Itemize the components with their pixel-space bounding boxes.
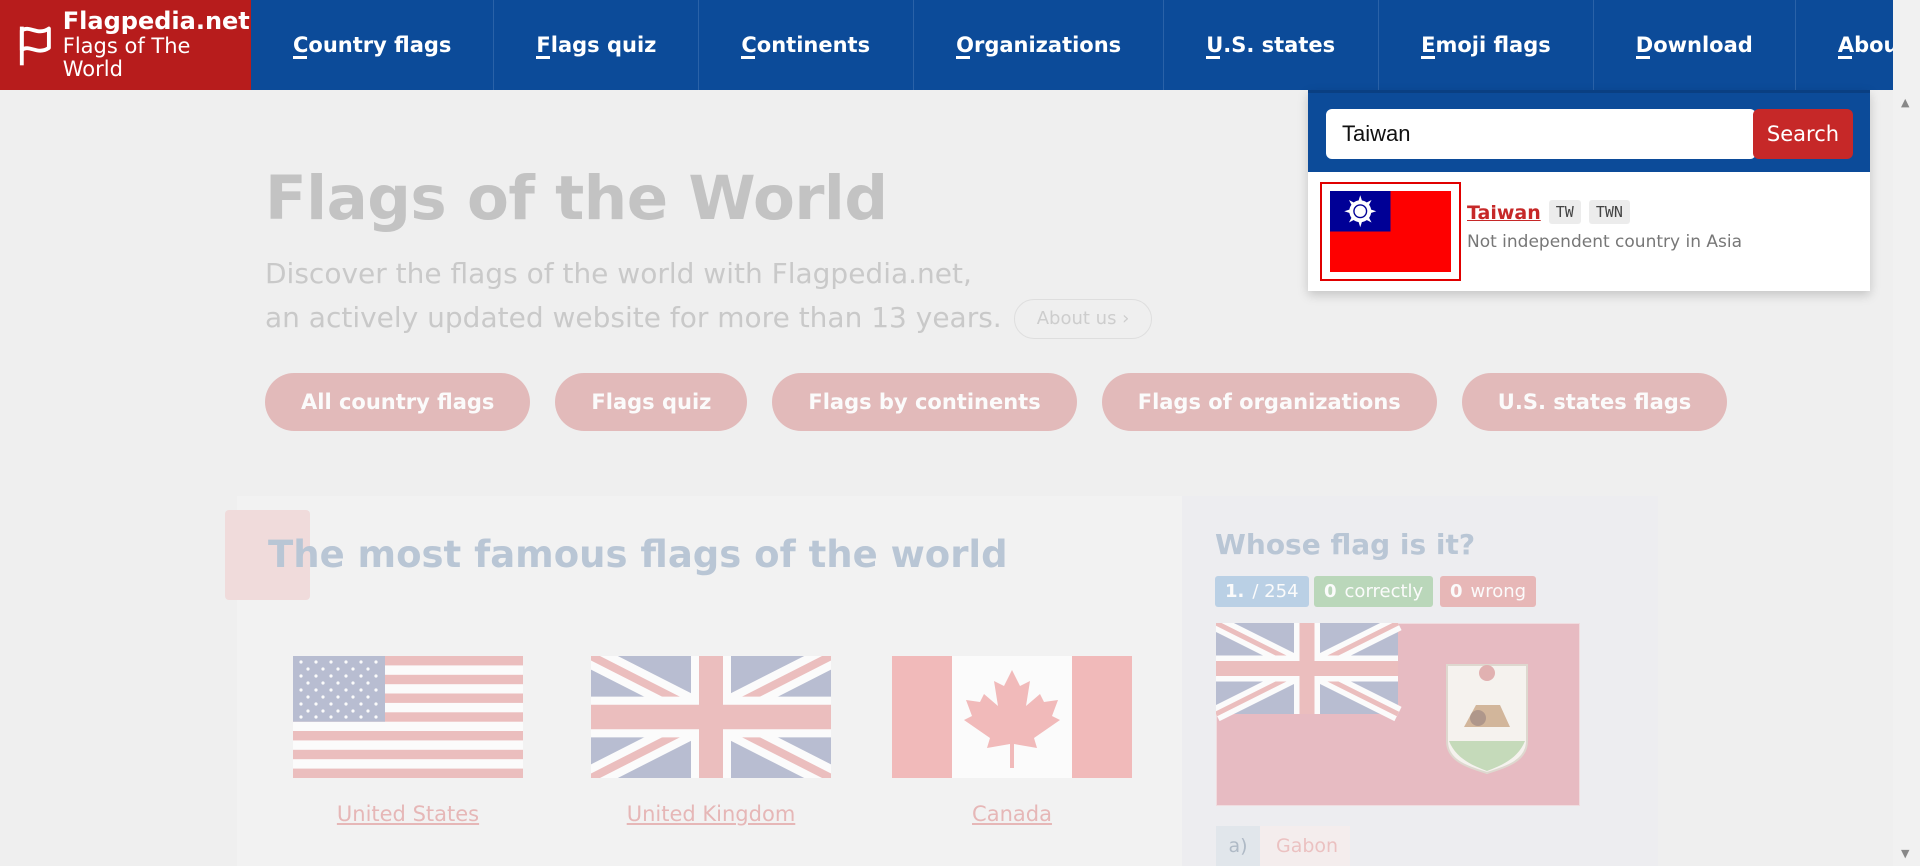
hero-subtitle-line-2: an actively updated website for more tha… (265, 301, 1002, 334)
flags-quiz-button[interactable]: Flags quiz (555, 373, 748, 431)
search-bar: Search (1308, 90, 1870, 172)
quiz-wrong-badge: 0 wrong (1440, 576, 1537, 607)
flag-card-us[interactable]: United States (293, 656, 523, 826)
search-result-description: Not independent country in Asia (1467, 232, 1742, 252)
quiz-question-total: / 254 (1252, 581, 1299, 602)
flag-logo-icon (19, 26, 51, 66)
nav-continents[interactable]: Continents (699, 0, 915, 90)
nav-download[interactable]: Download (1594, 0, 1796, 90)
about-us-button[interactable]: About us › (1013, 299, 1153, 339)
quiz-question-number: 1. (1225, 581, 1245, 602)
page-scrollbar[interactable]: ▲ ▼ (1893, 0, 1920, 866)
category-pills: All country flags Flags quiz Flags by co… (265, 373, 1752, 431)
flag-card-canada[interactable]: Canada (892, 656, 1132, 826)
nav-country-flags[interactable]: Country flags (251, 0, 495, 90)
quiz-progress-badge: 1. / 254 (1215, 576, 1309, 607)
us-flag-icon (293, 656, 523, 778)
quiz-flag (1212, 615, 1581, 810)
flags-of-organizations-button[interactable]: Flags of organizations (1101, 373, 1437, 431)
canada-flag-icon (892, 656, 1132, 778)
quiz-title: Whose flag is it? (1215, 528, 1476, 561)
nav-label: Flags quiz (536, 33, 657, 57)
nav-emoji-flags[interactable]: Emoji flags (1379, 0, 1594, 90)
quiz-wrong-label: wrong (1470, 581, 1527, 602)
page-title: Flags of the World (265, 163, 888, 234)
top-navigation: Flagpedia.net Flags of The World Country… (0, 0, 1909, 90)
country-code-3: TWN (1588, 200, 1630, 224)
quiz-correct-badge: 0 correctly (1314, 576, 1434, 607)
us-states-flags-button[interactable]: U.S. states flags (1461, 373, 1728, 431)
search-result-item[interactable]: Taiwan TW TWN Not independent country in A… (1320, 182, 1860, 282)
quiz-correct-label: correctly (1344, 581, 1424, 602)
quiz-answer-letter: a) (1216, 826, 1260, 866)
hero-subtitle-line-1: Discover the flags of the world with Fla… (265, 257, 972, 290)
flag-caption-uk[interactable]: United Kingdom (591, 802, 831, 826)
quiz-answer-text: Gabon (1260, 826, 1350, 866)
search-result-name[interactable]: Taiwan (1467, 202, 1541, 224)
hero-subtitle: Discover the flags of the world with Fla… (265, 252, 1153, 340)
all-country-flags-button[interactable]: All country flags (265, 373, 531, 431)
search-button[interactable]: Search (1753, 109, 1853, 159)
nav-label: Emoji flags (1421, 33, 1551, 57)
nav-organizations[interactable]: Organizations (914, 0, 1165, 90)
nav-label: Organizations (956, 33, 1122, 57)
uk-flag-icon (591, 656, 831, 778)
flag-caption-canada[interactable]: Canada (892, 802, 1132, 826)
search-dropdown: Search (1308, 90, 1870, 291)
scroll-down-icon[interactable]: ▼ (1901, 847, 1909, 860)
nav-label: Country flags (293, 33, 452, 57)
nav-label: U.S. states (1206, 33, 1336, 57)
search-result-flag[interactable] (1320, 182, 1461, 281)
bermuda-flag-icon (1212, 615, 1581, 807)
quiz-wrong-count: 0 (1450, 581, 1463, 602)
site-logo[interactable]: Flagpedia.net Flags of The World (0, 0, 252, 90)
scroll-up-icon[interactable]: ▲ (1901, 96, 1909, 109)
nav-us-states[interactable]: U.S. states (1164, 0, 1380, 90)
quiz-answer-option[interactable]: a) Gabon (1216, 826, 1350, 866)
nav-label: Continents (741, 33, 871, 57)
flag-card-uk[interactable]: United Kingdom (591, 656, 831, 826)
nav-label: Download (1635, 33, 1753, 57)
quiz-correct-count: 0 (1324, 581, 1337, 602)
famous-flags-title: The most famous flags of the world (268, 533, 1008, 576)
flags-by-continents-button[interactable]: Flags by continents (772, 373, 1077, 431)
country-code-2: TW (1548, 200, 1581, 224)
nav-flags-quiz[interactable]: Flags quiz (494, 0, 700, 90)
search-input[interactable] (1326, 109, 1756, 159)
flag-caption-us[interactable]: United States (293, 802, 523, 826)
logo-name: Flagpedia.net (62, 7, 250, 36)
logo-subtitle: Flags of The World (62, 34, 191, 81)
taiwan-flag-icon (1330, 191, 1451, 272)
